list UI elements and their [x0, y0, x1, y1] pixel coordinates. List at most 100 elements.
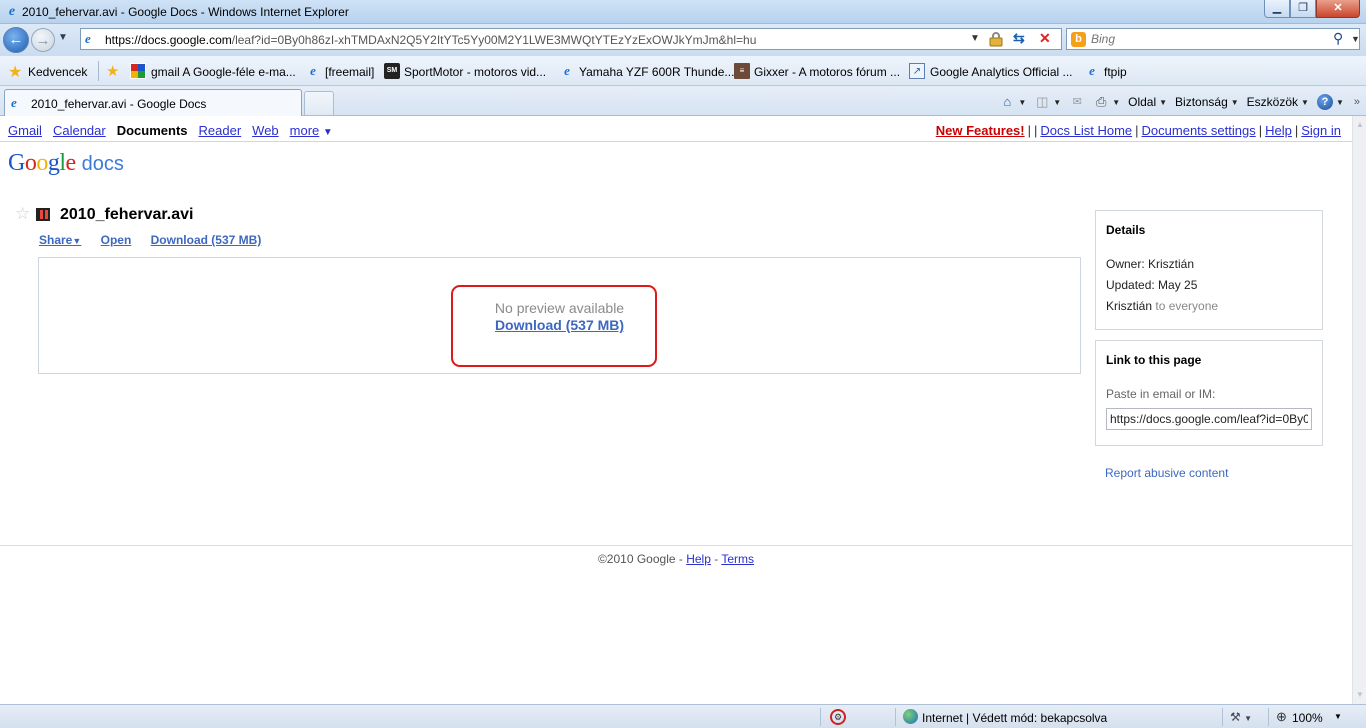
safety-menu-label: Biztonság: [1175, 95, 1228, 109]
help-menu[interactable]: ? ▼: [1313, 92, 1348, 112]
details-heading: Details: [1106, 223, 1146, 237]
favorite-link-freemail[interactable]: [freemail]: [325, 65, 374, 79]
footer-terms-link[interactable]: Terms: [721, 552, 754, 566]
gbar-link-web[interactable]: Web: [252, 123, 279, 138]
security-zone-text[interactable]: Internet | Védett mód: bekapcsolva: [922, 711, 1107, 725]
back-button[interactable]: ←: [3, 27, 29, 53]
docs-list-home-link[interactable]: Docs List Home: [1040, 123, 1132, 138]
favorite-link-ftpip[interactable]: ftpip: [1104, 65, 1127, 79]
minimize-button[interactable]: ▁: [1264, 0, 1290, 18]
search-icon[interactable]: ⚲: [1333, 30, 1343, 47]
favorite-link-gmail[interactable]: gmail A Google-féle e-ma...: [151, 65, 296, 79]
chevron-down-icon[interactable]: ▼: [1112, 98, 1120, 107]
home-button[interactable]: ⌂ ▼: [995, 92, 1030, 112]
link-url-field[interactable]: [1106, 408, 1312, 430]
gixxer-icon: ≡: [734, 63, 750, 79]
add-to-favorites-bar-icon[interactable]: ★: [106, 62, 119, 80]
google-bar: Gmail Calendar Documents Reader Web more…: [0, 116, 1352, 142]
zoom-level[interactable]: 100%: [1292, 711, 1323, 725]
shared-owner: Krisztián: [1106, 299, 1153, 313]
url-text[interactable]: https://docs.google.com/leaf?id=0By0h86z…: [105, 33, 965, 47]
window-controls: ▁ ❐ ✕: [1264, 0, 1360, 18]
page-menu[interactable]: Oldal ▼: [1124, 92, 1171, 112]
document-actions: Share▼ Open Download (537 MB): [39, 233, 277, 247]
search-input[interactable]: [1091, 31, 1321, 47]
chevron-down-icon: ▼: [1244, 714, 1253, 723]
sign-in-link[interactable]: Sign in: [1301, 123, 1341, 138]
report-abuse-link[interactable]: Report abusive content: [1105, 466, 1228, 480]
privacy-report-icon[interactable]: ⚙: [830, 709, 846, 725]
address-field[interactable]: e https://docs.google.com/leaf?id=0By0h8…: [80, 28, 1062, 50]
scroll-down-arrow-icon[interactable]: ▼: [1356, 690, 1364, 699]
status-divider: [895, 708, 896, 726]
new-features-link[interactable]: New Features!: [936, 123, 1025, 138]
feeds-button[interactable]: ◫ ▼: [1030, 92, 1065, 112]
safety-menu[interactable]: Biztonság ▼: [1171, 92, 1243, 112]
favorites-star-icon[interactable]: ★: [8, 62, 22, 82]
shared-scope: to everyone: [1155, 299, 1219, 313]
maximize-button[interactable]: ❐: [1290, 0, 1316, 18]
zoom-dropdown-icon[interactable]: ▼: [1334, 712, 1342, 721]
tools-menu[interactable]: Eszközök ▼: [1243, 92, 1313, 112]
gbar-link-more[interactable]: more: [290, 123, 320, 138]
chevron-down-icon[interactable]: ▼: [1018, 98, 1026, 107]
refresh-icon[interactable]: ⇆: [1013, 30, 1025, 47]
gbar-link-reader[interactable]: Reader: [199, 123, 242, 138]
internet-zone-icon: [903, 709, 918, 724]
video-file-icon: [36, 208, 50, 221]
search-box[interactable]: b ⚲ ▼: [1066, 28, 1360, 50]
page-menu-label: Oldal: [1128, 95, 1157, 109]
status-divider: [1222, 708, 1223, 726]
chevron-down-icon: ▼: [1230, 97, 1239, 107]
chevron-down-icon[interactable]: ▼: [323, 127, 333, 138]
read-mail-button[interactable]: ✉: [1065, 92, 1089, 112]
link-heading: Link to this page: [1106, 353, 1202, 367]
chevron-down-icon[interactable]: ▼: [1053, 98, 1061, 107]
download-link[interactable]: Download (537 MB): [151, 233, 262, 247]
print-button[interactable]: ⎙ ▼: [1089, 92, 1124, 112]
copyright-text: ©2010 Google -: [597, 552, 687, 566]
favorites-divider: [98, 61, 99, 81]
favorite-link-sportmotor[interactable]: SportMotor - motoros vid...: [404, 65, 546, 79]
toolbar-overflow-icon[interactable]: »: [1354, 96, 1360, 108]
new-tab-button[interactable]: [304, 91, 334, 115]
favorite-link-gixxer[interactable]: Gixxer - A motoros fórum ...: [754, 65, 900, 79]
lock-icon[interactable]: [989, 31, 1003, 47]
home-icon: ⌂: [1003, 94, 1012, 109]
search-options-dropdown-icon[interactable]: ▼: [1351, 34, 1360, 44]
mail-icon: ✉: [1072, 96, 1082, 108]
close-window-button[interactable]: ✕: [1316, 0, 1360, 18]
highlight-annotation-box: [451, 285, 657, 367]
favorite-link-analytics[interactable]: Google Analytics Official ...: [930, 65, 1073, 79]
open-link[interactable]: Open: [101, 233, 132, 247]
footer-separator: -: [710, 552, 722, 566]
share-label: Share: [39, 233, 73, 247]
tab-google-docs[interactable]: e 2010_fehervar.avi - Google Docs: [4, 89, 302, 116]
favorites-button[interactable]: Kedvencek: [28, 65, 87, 79]
vertical-scrollbar[interactable]: ▲ ▼: [1352, 116, 1366, 704]
share-button[interactable]: Share▼: [39, 233, 81, 247]
google-docs-logo[interactable]: Google docs: [8, 150, 124, 177]
google-bar-left: Gmail Calendar Documents Reader Web more…: [8, 123, 333, 138]
forward-button[interactable]: →: [31, 28, 55, 52]
documents-settings-link[interactable]: Documents settings: [1142, 123, 1256, 138]
gbar-link-calendar[interactable]: Calendar: [53, 123, 106, 138]
gbar-more-menu[interactable]: more ▼: [290, 123, 333, 138]
favorites-bar: ★ Kedvencek ★ gmail A Google-féle e-ma..…: [0, 56, 1366, 86]
recent-pages-dropdown-icon[interactable]: ▼: [58, 32, 68, 43]
address-dropdown-icon[interactable]: ▼: [970, 33, 980, 44]
gbar-link-gmail[interactable]: Gmail: [8, 123, 42, 138]
help-link[interactable]: Help: [1265, 123, 1292, 138]
logo-product: docs: [81, 153, 124, 175]
scroll-up-arrow-icon[interactable]: ▲: [1356, 120, 1364, 129]
footer-help-link[interactable]: Help: [686, 552, 711, 566]
star-icon[interactable]: ☆: [15, 204, 30, 224]
favorite-link-yamaha[interactable]: Yamaha YZF 600R Thunde...: [579, 65, 734, 79]
rss-icon: ◫: [1036, 94, 1049, 109]
stop-icon[interactable]: ✕: [1039, 30, 1051, 47]
tools-menu-label: Eszközök: [1246, 95, 1299, 109]
add-ons-menu[interactable]: ⚒ ▼: [1230, 710, 1252, 724]
chevron-down-icon: ▼: [1159, 97, 1168, 107]
details-panel: Details Owner: Krisztián Updated: May 25…: [1095, 210, 1323, 330]
zoom-icon[interactable]: ⊕: [1276, 709, 1287, 725]
